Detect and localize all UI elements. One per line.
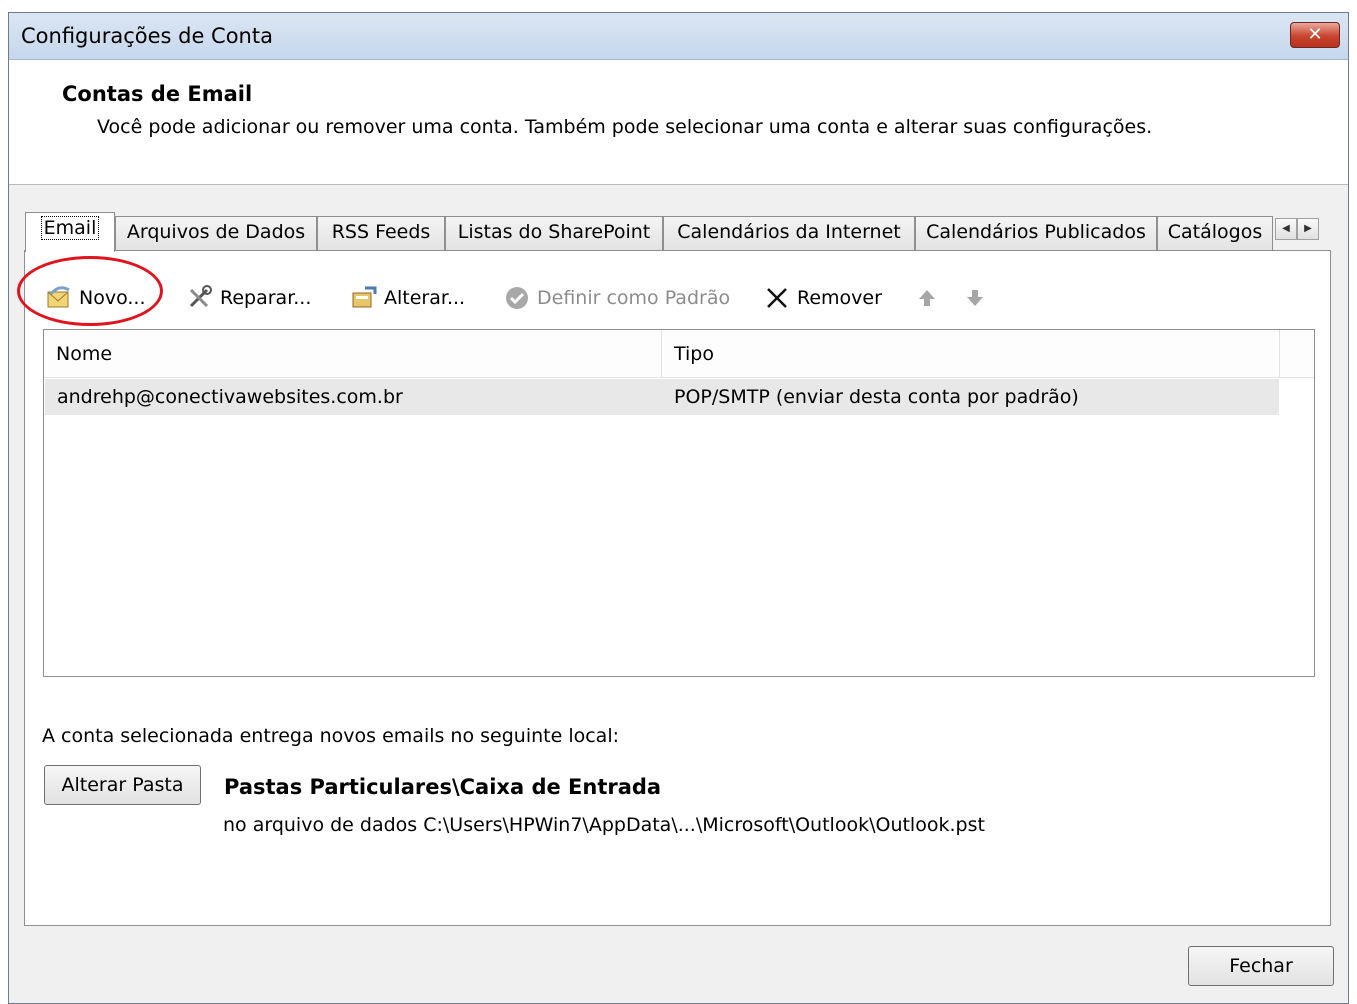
tab-catalogs[interactable]: Catálogos	[1157, 216, 1273, 250]
tab-scroll-right-button[interactable]: ▶	[1297, 218, 1319, 240]
change-button[interactable]: Alterar...	[350, 281, 465, 315]
account-toolbar: Novo... Reparar... Alterar... Definir co…	[45, 281, 1045, 315]
data-file-path: no arquivo de dados C:\Users\HPWin7\AppD…	[223, 814, 985, 836]
repair-label: Reparar...	[220, 287, 312, 309]
account-settings-dialog: Configurações de Conta ✕ Contas de Email…	[8, 12, 1349, 1004]
tab-strip: Email Arquivos de Dados RSS Feeds Listas…	[25, 212, 1325, 252]
new-account-label: Novo...	[79, 287, 146, 309]
column-header-nome[interactable]: Nome	[44, 330, 662, 377]
change-account-icon	[352, 286, 377, 308]
tab-scroll-left-button[interactable]: ◀	[1275, 218, 1297, 240]
tab-sharepoint-lists[interactable]: Listas do SharePoint	[445, 216, 663, 250]
repair-button[interactable]: Reparar...	[186, 281, 311, 315]
list-item[interactable]: andrehp@conectivawebsites.com.br POP/SMT…	[45, 379, 1279, 415]
tab-data-files[interactable]: Arquivos de Dados	[115, 216, 317, 250]
remove-label: Remover	[797, 287, 882, 309]
remove-button[interactable]: Remover	[763, 281, 882, 315]
delivery-folder: Pastas Particulares\Caixa de Entrada	[224, 775, 662, 799]
accounts-list[interactable]: Nome Tipo andrehp@conectivawebsites.com.…	[43, 329, 1315, 677]
remove-x-icon	[767, 288, 787, 308]
new-account-button[interactable]: Novo...	[45, 281, 146, 315]
header-description: Você pode adicionar ou remover uma conta…	[97, 116, 1153, 138]
window-title: Configurações de Conta	[21, 24, 273, 48]
list-header: Nome Tipo	[44, 330, 1314, 378]
tab-published-calendars[interactable]: Calendários Publicados	[915, 216, 1157, 250]
tab-email[interactable]: Email	[25, 212, 115, 252]
header-panel: Contas de Email Você pode adicionar ou r…	[9, 60, 1348, 185]
change-label: Alterar...	[384, 287, 466, 309]
tab-catalogs-label: Catálogos	[1167, 221, 1263, 243]
account-name: andrehp@conectivawebsites.com.br	[57, 386, 403, 408]
tab-published-calendars-label: Calendários Publicados	[926, 221, 1146, 243]
account-type: POP/SMTP (enviar desta conta por padrão)	[674, 386, 1079, 408]
change-folder-button[interactable]: Alterar Pasta	[44, 765, 201, 805]
close-dialog-label: Fechar	[1229, 955, 1293, 977]
close-dialog-button[interactable]: Fechar	[1188, 946, 1334, 986]
move-up-button[interactable]	[913, 281, 947, 315]
arrow-down-icon	[967, 290, 983, 306]
tab-content-email: Novo... Reparar... Alterar... Definir co…	[24, 250, 1331, 926]
title-bar: Configurações de Conta ✕	[9, 13, 1348, 60]
tab-rss-feeds-label: RSS Feeds	[331, 221, 431, 243]
set-default-button[interactable]: Definir como Padrão	[503, 281, 730, 315]
arrow-up-icon	[919, 290, 935, 306]
close-window-button[interactable]: ✕	[1290, 22, 1340, 48]
tab-internet-calendars[interactable]: Calendários da Internet	[663, 216, 915, 250]
change-folder-label: Alterar Pasta	[61, 774, 184, 796]
tab-sharepoint-lists-label: Listas do SharePoint	[457, 221, 651, 243]
tab-internet-calendars-label: Calendários da Internet	[677, 221, 901, 243]
column-header-tipo[interactable]: Tipo	[662, 330, 1280, 377]
new-email-account-icon	[47, 286, 70, 308]
delivery-location-label: A conta selecionada entrega novos emails…	[42, 725, 620, 747]
tab-rss-feeds[interactable]: RSS Feeds	[317, 216, 445, 250]
repair-tools-icon	[189, 285, 212, 308]
header-title: Contas de Email	[62, 82, 253, 106]
tab-email-label: Email	[40, 216, 100, 240]
set-default-label: Definir como Padrão	[537, 287, 731, 309]
tab-data-files-label: Arquivos de Dados	[126, 221, 306, 243]
checkmark-circle-icon	[506, 287, 528, 309]
move-down-button[interactable]	[961, 281, 995, 315]
